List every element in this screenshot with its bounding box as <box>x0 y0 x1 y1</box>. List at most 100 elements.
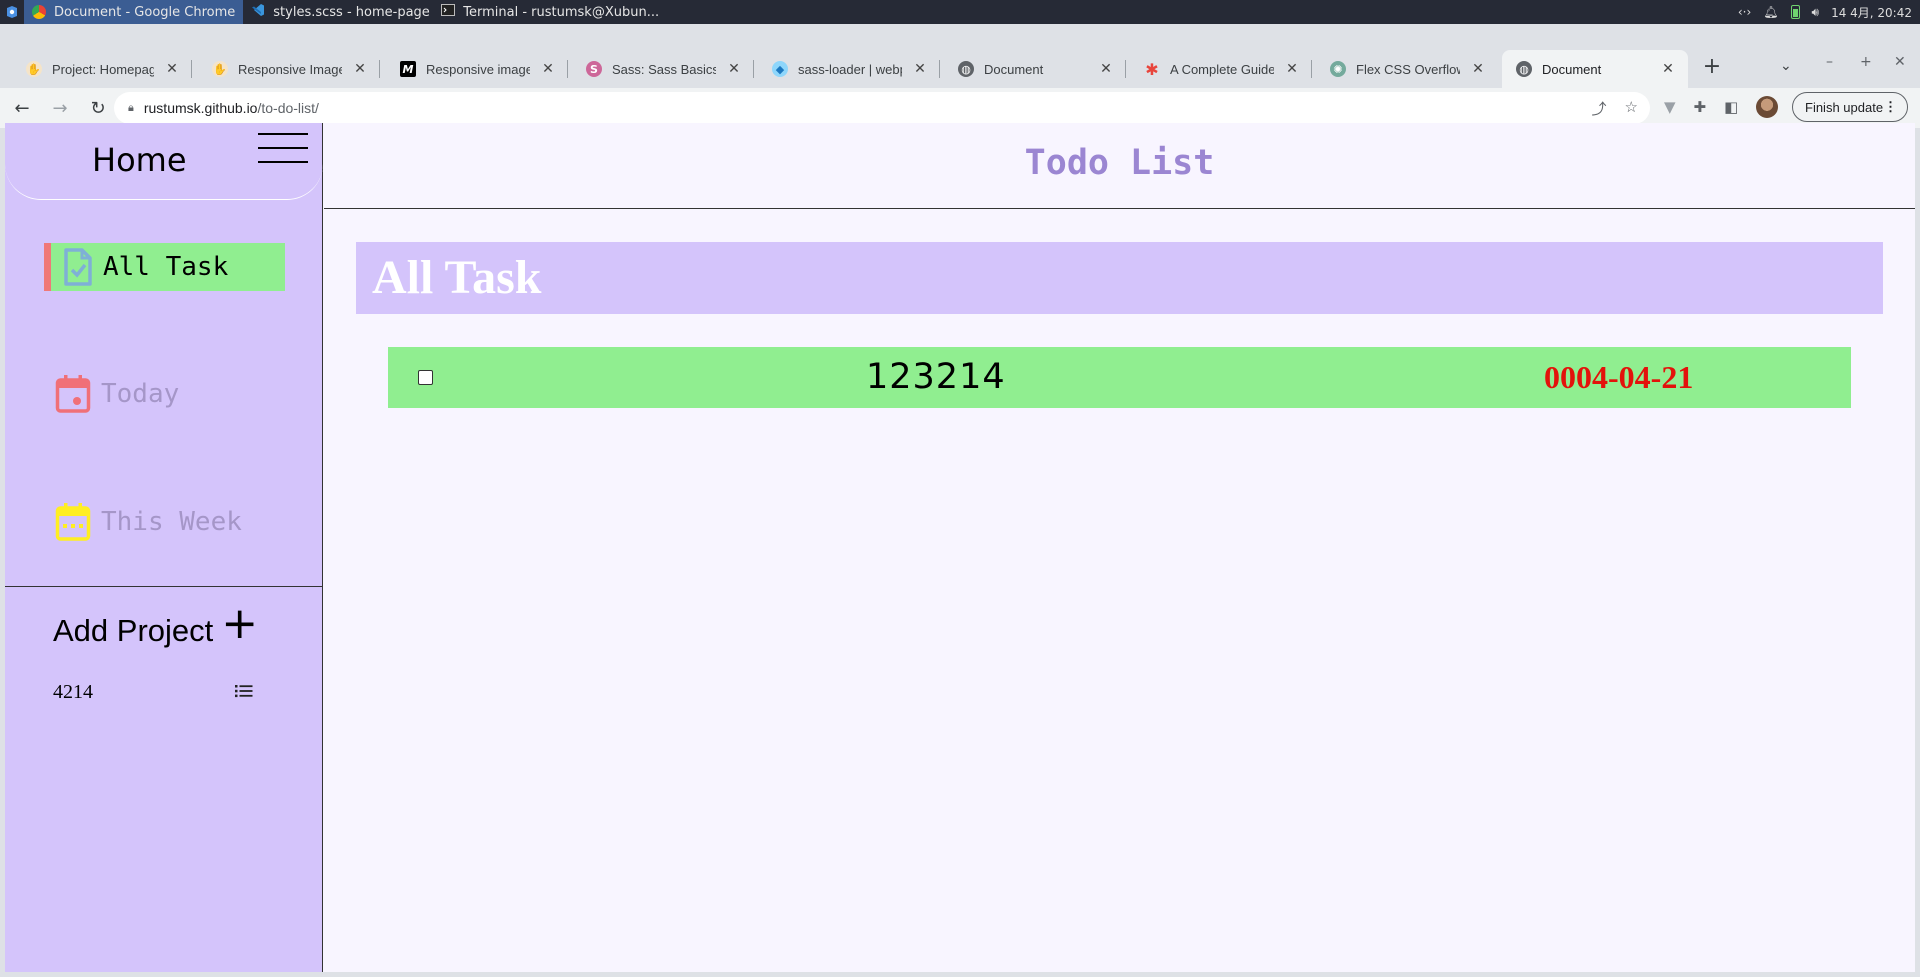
close-tab-icon[interactable]: ✕ <box>1284 61 1300 77</box>
sidebar-item-label: Today <box>101 379 180 409</box>
taskbar-item-label: Terminal - rustumsk@Xubun... <box>463 4 660 20</box>
close-tab-icon[interactable]: ✕ <box>164 61 180 77</box>
finish-update-label: Finish update <box>1805 99 1884 115</box>
task-checkbox[interactable] <box>418 370 433 385</box>
clock[interactable]: 14 4月, 20:42 <box>1831 4 1912 21</box>
reload-icon[interactable]: ↻ <box>82 92 114 124</box>
odin-icon: ✋ <box>26 61 42 77</box>
volume-icon[interactable]: 🔊︎ <box>1812 5 1820 20</box>
terminal-icon <box>441 3 456 21</box>
side-panel-icon[interactable]: ◧ <box>1724 98 1738 116</box>
close-tab-icon[interactable]: ✕ <box>1098 61 1114 77</box>
taskbar-item-vscode[interactable]: styles.scss - home-page - Vi... <box>243 0 433 24</box>
task-due-date: 0004-04-21 <box>1544 359 1694 395</box>
task-name: 123214 <box>866 357 1006 397</box>
maximize-icon[interactable]: + <box>1860 54 1872 70</box>
os-taskbar: Document - Google Chrome styles.scss - h… <box>0 0 1920 24</box>
browser-toolbar: ← → ↻ 🔒︎ rustumsk.github.io/to-do-list/ … <box>0 88 1920 128</box>
battery-icon[interactable] <box>1790 5 1800 19</box>
tab-title: Flex CSS Overflow Iss <box>1356 61 1460 77</box>
tab-document-active[interactable]: ◍ Document ✕ <box>1502 50 1688 88</box>
app-header: Todo List <box>324 123 1915 209</box>
section-banner: All Task <box>356 242 1883 314</box>
tab-complete-guide[interactable]: ✱ A Complete Guide to ✕ <box>1130 50 1312 88</box>
css-tricks-icon: ✱ <box>1145 59 1159 79</box>
list-icon[interactable] <box>235 683 253 702</box>
globe-icon: ◍ <box>958 61 974 77</box>
hamburger-menu-icon[interactable] <box>258 133 308 165</box>
taskbar-item-label: styles.scss - home-page - Vi... <box>273 4 433 20</box>
tab-document[interactable]: ◍ Document ✕ <box>944 50 1126 88</box>
taskbar-item-chrome[interactable]: Document - Google Chrome <box>24 0 244 24</box>
openai-icon: ✺ <box>1330 61 1346 77</box>
close-tab-icon[interactable]: ✕ <box>1660 61 1676 77</box>
taskbar-item-terminal[interactable]: Terminal - rustumsk@Xubun... <box>433 0 667 24</box>
minimize-icon[interactable]: – <box>1826 54 1833 70</box>
tab-title: Document <box>1542 61 1602 77</box>
close-window-icon[interactable]: ✕ <box>1894 54 1906 70</box>
tab-title: A Complete Guide to <box>1170 61 1274 77</box>
add-project-label: Add Project <box>53 613 214 648</box>
network-icon[interactable]: ‹·› <box>1738 5 1751 19</box>
main-content: Todo List All Task 123214 0004-04-21 <box>324 123 1915 972</box>
extensions-puzzle-icon[interactable]: ✚ <box>1694 98 1707 116</box>
sidebar-home-header: Home <box>5 123 323 200</box>
close-tab-icon[interactable]: ✕ <box>1470 61 1486 77</box>
odin-icon: ✋ <box>212 61 228 77</box>
address-bar[interactable]: 🔒︎ rustumsk.github.io/to-do-list/ ⤴ ☆ <box>114 92 1650 124</box>
sidebar-item-label: This Week <box>101 507 242 537</box>
xfce-menu-icon[interactable] <box>0 0 24 24</box>
tab-search-chevron-icon[interactable]: ⌄ <box>1780 58 1792 74</box>
page-title: Todo List <box>1024 143 1215 183</box>
sidebar-item-all-task[interactable]: All Task <box>44 243 285 291</box>
tab-project-homepage[interactable]: ✋ Project: Homepage | ✕ <box>12 50 192 88</box>
tab-sass-loader[interactable]: ◆ sass-loader | webpa ✕ <box>758 50 940 88</box>
task-row[interactable]: 123214 0004-04-21 <box>388 347 1851 408</box>
tab-responsive-images-odin[interactable]: ✋ Responsive Images | ✕ <box>198 50 380 88</box>
close-tab-icon[interactable]: ✕ <box>726 61 742 77</box>
profile-avatar[interactable] <box>1756 96 1779 118</box>
file-check-icon <box>63 248 93 286</box>
tab-title: Document <box>984 61 1044 77</box>
notification-bell-icon[interactable]: 🔔︎ <box>1763 5 1778 19</box>
tab-title: Responsive Images | <box>238 61 342 77</box>
calendar-day-icon <box>55 374 91 414</box>
close-tab-icon[interactable]: ✕ <box>352 61 368 77</box>
sidebar-item-label: All Task <box>103 252 229 282</box>
tab-responsive-images-mdn[interactable]: M Responsive images - ✕ <box>386 50 568 88</box>
tab-title: Responsive images - <box>426 61 530 77</box>
page-viewport: Home All Task Today This Week Add Projec… <box>5 123 1915 972</box>
plus-icon[interactable]: + <box>221 602 258 646</box>
extension-v-icon[interactable]: ▼ <box>1664 98 1676 116</box>
add-project-button[interactable]: Add Project + <box>53 602 258 649</box>
taskbar-item-label: Document - Google Chrome <box>54 4 236 20</box>
globe-icon: ◍ <box>1516 61 1532 77</box>
mdn-icon: M <box>400 61 416 77</box>
tab-title: Sass: Sass Basics <box>612 61 716 77</box>
project-name: 4214 <box>53 681 93 703</box>
sidebar: Home All Task Today This Week Add Projec… <box>5 123 323 972</box>
back-arrow-icon[interactable]: ← <box>6 92 38 124</box>
tab-title: sass-loader | webpa <box>798 61 902 77</box>
bookmark-star-icon[interactable]: ☆ <box>1625 98 1638 119</box>
finish-update-button[interactable]: Finish update ⋮ <box>1792 92 1908 122</box>
tab-flex-css-overflow[interactable]: ✺ Flex CSS Overflow Iss ✕ <box>1316 50 1498 88</box>
lock-icon[interactable]: 🔒︎ <box>128 102 134 115</box>
close-tab-icon[interactable]: ✕ <box>540 61 556 77</box>
sidebar-item-this-week[interactable]: This Week <box>55 498 242 546</box>
tab-sass-basics[interactable]: S Sass: Sass Basics ✕ <box>572 50 754 88</box>
kebab-menu-icon[interactable]: ⋮ <box>1884 99 1897 115</box>
sass-icon: S <box>586 61 602 77</box>
sidebar-item-today[interactable]: Today <box>55 370 179 418</box>
share-icon[interactable]: ⤴ <box>1592 98 1607 119</box>
project-item[interactable]: 4214 <box>53 681 253 704</box>
tab-title: Project: Homepage | <box>52 61 154 77</box>
sidebar-divider <box>5 586 323 587</box>
tab-strip: ✋ Project: Homepage | ✕ ✋ Responsive Ima… <box>0 44 1920 88</box>
forward-arrow-icon[interactable]: → <box>44 92 76 124</box>
calendar-week-icon <box>55 502 91 542</box>
new-tab-button[interactable]: + <box>1700 56 1724 78</box>
home-link[interactable]: Home <box>92 141 187 179</box>
webpack-icon: ◆ <box>772 61 788 77</box>
close-tab-icon[interactable]: ✕ <box>912 61 928 77</box>
